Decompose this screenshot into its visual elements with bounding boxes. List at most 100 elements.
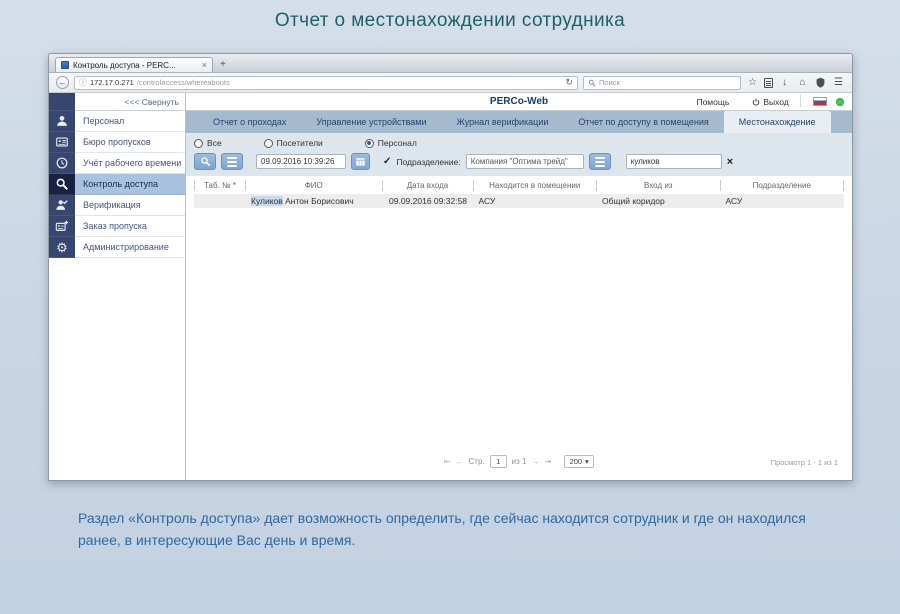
logout-button[interactable]: Выход (752, 97, 788, 107)
site-info-icon[interactable]: ⓘ (79, 77, 87, 88)
datetime-input[interactable]: 09.09.2016 10:39:26 (256, 154, 346, 169)
sidebar-icon-column-header (49, 93, 75, 111)
person-check-icon (55, 198, 69, 212)
tab-device-management[interactable]: Управление устройствами (301, 111, 441, 133)
url-path: /controlaccess/whereabouts (137, 78, 563, 87)
table-row[interactable]: Куликов Антон Борисович 09.09.2016 09:32… (194, 194, 844, 208)
close-tab-icon[interactable]: × (202, 61, 207, 70)
sidebar-item-label: Администрирование (75, 237, 185, 258)
main-panel: PERCo-Web Помощь Выход │ Отчет о прохода… (186, 93, 852, 480)
page-title: Отчет о местонахождении сотрудника (0, 10, 900, 32)
sidebar-item-label: Верификация (75, 195, 185, 216)
report-area: Таб. № * ФИО Дата входа Находится в поме… (186, 176, 852, 480)
column-header-room[interactable]: Находится в помещении (474, 180, 598, 191)
radio-icon (264, 139, 273, 148)
sidebar-item-verification[interactable]: Верификация (49, 195, 185, 216)
browser-search-input[interactable]: Поиск (583, 76, 741, 90)
cell-room: АСУ (474, 196, 598, 206)
app-area: <<< Свернуть Персонал Бюро пропусков Учё… (49, 93, 852, 480)
calendar-icon (355, 156, 366, 167)
sidebar-collapse-row: <<< Свернуть (49, 93, 185, 111)
search-placeholder: Поиск (599, 78, 620, 87)
page-size-select[interactable]: 200 ▾ (564, 455, 594, 468)
table-header: Таб. № * ФИО Дата входа Находится в поме… (194, 179, 844, 192)
column-header-entry-from[interactable]: Вход из (597, 180, 721, 191)
cell-entry-date: 09.09.2016 09:32:58 (383, 196, 474, 206)
department-picker-button[interactable] (589, 153, 611, 170)
reload-icon[interactable]: ↻ (565, 77, 573, 88)
magnifier-icon (200, 156, 211, 167)
tab-whereabouts[interactable]: Местонахождение (724, 111, 831, 133)
tab-pass-report[interactable]: Отчет о проходах (198, 111, 301, 133)
tab-room-access-report[interactable]: Отчет по доступу в помещения (563, 111, 723, 133)
radio-staff[interactable]: Персонал (365, 138, 417, 148)
downloads-icon[interactable]: ↓ (778, 78, 791, 88)
search-match-highlight: Куликов (251, 196, 283, 206)
address-bar[interactable]: ⓘ 172.17.0.271 /controlaccess/whereabout… (74, 76, 578, 90)
column-header-department[interactable]: Подразделение (721, 180, 845, 191)
check-icon: ✓ (383, 156, 391, 167)
sidebar-item-pass-order[interactable]: Заказ пропуска (49, 216, 185, 237)
menu-icon[interactable]: ☰ (832, 78, 845, 88)
column-header-entry-date[interactable]: Дата входа (383, 180, 474, 191)
sidebar-item-administration[interactable]: ⚙ Администрирование (49, 237, 185, 258)
sidebar: <<< Свернуть Персонал Бюро пропусков Учё… (49, 93, 186, 480)
sidebar-item-time-tracking[interactable]: Учёт рабочего времени (49, 153, 185, 174)
page-number-input[interactable]: 1 (490, 455, 507, 468)
last-page-icon[interactable]: ⇥ (544, 457, 551, 466)
sidebar-item-label: Заказ пропуска (75, 216, 185, 237)
next-page-icon[interactable]: → (531, 457, 539, 466)
page-label: Стр. (469, 457, 485, 466)
clear-search-icon[interactable]: × (727, 156, 733, 168)
employee-search-input[interactable]: куликов (626, 154, 722, 169)
list-icon (227, 157, 237, 167)
badge-icon (55, 135, 69, 149)
help-link[interactable]: Помощь (696, 97, 729, 107)
prev-page-icon[interactable]: ← (456, 457, 464, 466)
sidebar-item-personnel[interactable]: Персонал (49, 111, 185, 132)
home-icon[interactable]: ⌂ (796, 78, 809, 88)
radio-all[interactable]: Все (194, 138, 222, 148)
sidebar-item-pass-office[interactable]: Бюро пропусков (49, 132, 185, 153)
clock-icon (55, 156, 69, 170)
url-host: 172.17.0.271 (90, 78, 134, 87)
back-button[interactable]: ← (56, 76, 69, 89)
badge-plus-icon (55, 219, 69, 233)
language-flag-icon[interactable] (813, 97, 827, 106)
cell-fio: Куликов Антон Борисович (246, 196, 383, 206)
view-range-info: Просмотр 1 - 1 из 1 (771, 458, 838, 467)
calendar-button[interactable] (351, 153, 370, 170)
browser-tab[interactable]: Контроль доступа - PERC... × (55, 57, 213, 72)
column-settings-button[interactable] (221, 153, 243, 170)
column-header-fio[interactable]: ФИО (246, 180, 383, 191)
radio-visitors[interactable]: Посетители (264, 138, 323, 148)
shield-icon[interactable] (814, 77, 827, 88)
radio-staff-label: Персонал (378, 138, 417, 148)
tab-verification-log[interactable]: Журнал верификации (442, 111, 564, 133)
bookmark-star-icon[interactable]: ☆ (746, 78, 759, 88)
browser-tabstrip: Контроль доступа - PERC... × + (49, 54, 852, 73)
cell-entry-from: Общий коридор (597, 196, 721, 206)
pagination: ⇤ ← Стр. 1 из 1 → ⇥ 200 ▾ (186, 455, 852, 468)
toolbar: Все Посетители Персонал (186, 133, 852, 176)
connection-status-icon (836, 98, 844, 106)
section-tabbar: Отчет о проходах Управление устройствами… (186, 111, 852, 133)
department-label: Подразделение: (396, 157, 460, 167)
sidebar-item-label: Персонал (75, 111, 185, 132)
sidebar-item-access-control[interactable]: Контроль доступа (49, 174, 185, 195)
search-icon (588, 79, 596, 87)
apply-search-button[interactable] (194, 153, 216, 170)
department-input[interactable]: Компания "Оптима трейд" (466, 154, 584, 169)
browser-window: Контроль доступа - PERC... × + ← ⓘ 172.1… (48, 53, 853, 481)
bookmarks-panel-icon[interactable] (764, 78, 773, 88)
sidebar-filler (49, 258, 185, 480)
collapse-sidebar-button[interactable]: <<< Свернуть (75, 93, 185, 111)
column-header-tab-num[interactable]: Таб. № * (194, 180, 246, 191)
radio-visitors-label: Посетители (277, 138, 323, 148)
caption-line-2: ранее, в интересующие Вас день и время. (78, 529, 858, 551)
new-tab-button[interactable]: + (220, 59, 226, 72)
list-icon (595, 157, 605, 167)
sidebar-item-label: Учёт рабочего времени (75, 153, 185, 174)
first-page-icon[interactable]: ⇤ (444, 457, 451, 466)
caption-line-1: Раздел «Контроль доступа» дает возможнос… (78, 507, 858, 529)
